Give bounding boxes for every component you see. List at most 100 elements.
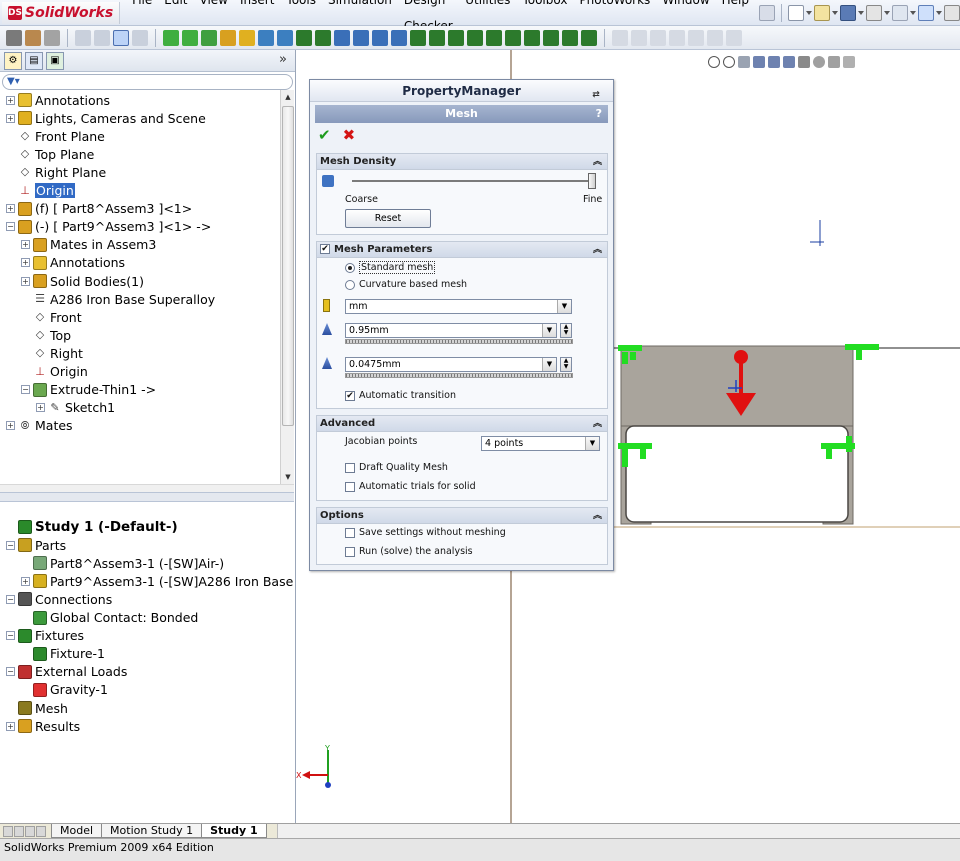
pin-icon[interactable]: ⇄ <box>585 84 607 100</box>
expand-icon[interactable]: + <box>36 403 45 413</box>
tree-node[interactable]: + Annotations <box>21 254 125 272</box>
dropdown-arrow-icon[interactable] <box>832 10 838 15</box>
view-front-icon[interactable] <box>631 29 647 46</box>
configuration-manager-tab-icon[interactable]: ▣ <box>46 51 64 70</box>
collapse-icon[interactable]: − <box>6 667 15 677</box>
zoom-area-icon[interactable] <box>723 56 735 68</box>
view-settings-icon[interactable] <box>843 56 855 68</box>
scroll-down-icon[interactable]: ▼ <box>282 470 294 484</box>
last-tab-icon[interactable] <box>36 825 46 837</box>
line-tool-icon[interactable] <box>94 29 110 46</box>
property-manager-tab-icon[interactable]: ▤ <box>25 51 43 70</box>
collapse-icon[interactable]: − <box>6 631 15 641</box>
view-link-icon[interactable] <box>726 29 742 46</box>
expand-icon[interactable]: + <box>6 95 15 105</box>
select-tool-icon[interactable] <box>113 29 129 46</box>
options-icon[interactable] <box>944 4 960 21</box>
feature-tree-scrollbar[interactable]: ▲ ▼ <box>280 90 294 484</box>
tab-motion-study-1[interactable]: Motion Study 1 <box>101 824 203 838</box>
mesh-parameters-header[interactable]: ✔ Mesh Parameters ︽ <box>317 242 607 258</box>
help-icon[interactable]: ? <box>596 105 602 123</box>
tree-node[interactable]: + Results <box>6 717 80 735</box>
collapse-icon[interactable]: − <box>6 540 15 550</box>
viewport-hscroll[interactable] <box>276 824 960 838</box>
section-view-icon[interactable] <box>753 56 765 68</box>
tree-node[interactable]: ☰ A286 Iron Base Superalloy <box>21 290 215 308</box>
tree-node[interactable]: Part8^Assem3-1 (-[SW]Air-) <box>21 554 224 572</box>
tree-node[interactable]: + ✎ Sketch1 <box>36 399 115 417</box>
mesh-density-header[interactable]: Mesh Density ︽ <box>317 154 607 170</box>
check-tool-icon[interactable] <box>562 29 578 46</box>
options-header[interactable]: Options ︽ <box>317 508 607 524</box>
tree-node[interactable]: − Connections <box>6 590 112 608</box>
expand-icon[interactable]: + <box>6 421 15 431</box>
standard-mesh-radio[interactable] <box>345 262 355 273</box>
design-tool-icon[interactable] <box>524 29 540 46</box>
select-filter-icon[interactable] <box>132 29 148 46</box>
tolerance-spinner[interactable]: ▲ ▼ <box>560 357 572 372</box>
contact-tool-icon[interactable] <box>220 29 236 46</box>
tree-node[interactable]: Gravity-1 <box>21 681 108 699</box>
reset-button[interactable]: Reset <box>345 209 431 228</box>
global-size-ruler[interactable] <box>345 339 573 344</box>
shell-tool-icon[interactable] <box>334 29 350 46</box>
load-tool-icon[interactable] <box>258 29 274 46</box>
section-tool-icon[interactable] <box>429 29 445 46</box>
chevron-down-icon[interactable]: ▼ <box>585 437 599 450</box>
expand-icon[interactable]: + <box>21 276 30 286</box>
tree-node[interactable]: + (f) [ Part8^Assem3 ]<1> <box>6 200 192 218</box>
tolerance-ruler[interactable] <box>345 373 573 378</box>
solidworks-logo[interactable]: DS SolidWorks <box>2 1 121 24</box>
collapse-icon[interactable]: − <box>6 594 15 604</box>
jacobian-select[interactable]: 4 points ▼ <box>481 436 600 451</box>
fixture-tool-icon[interactable] <box>163 29 179 46</box>
global-size-spinner[interactable]: ▲ ▼ <box>560 323 572 338</box>
rebuild-icon[interactable] <box>759 4 775 21</box>
tree-node[interactable]: ⊥ Origin <box>6 182 75 200</box>
draft-quality-option[interactable]: Draft Quality Mesh <box>345 462 448 473</box>
export-tool-icon[interactable] <box>581 29 597 46</box>
chevron-down-icon[interactable]: ▼ <box>542 358 556 371</box>
connector-tool-icon[interactable] <box>372 29 388 46</box>
compare-tool-icon[interactable] <box>486 29 502 46</box>
print-icon[interactable] <box>866 4 882 21</box>
scroll-up-icon[interactable]: ▲ <box>282 90 294 104</box>
collapse-icon[interactable]: ︽ <box>593 416 602 432</box>
plot-tool-icon[interactable] <box>391 29 407 46</box>
sensor-tool-icon[interactable] <box>543 29 559 46</box>
collapse-icon[interactable]: ︽ <box>593 242 602 258</box>
collapse-icon[interactable]: ︽ <box>593 154 602 170</box>
torque-tool-icon[interactable] <box>296 29 312 46</box>
expand-icon[interactable]: + <box>6 204 15 214</box>
tab-model[interactable]: Model <box>51 824 103 838</box>
automatic-transition-option[interactable]: ✔ Automatic transition <box>345 390 456 401</box>
tree-node[interactable]: Mesh <box>6 699 68 717</box>
smart-dimension-icon[interactable] <box>75 29 91 46</box>
tolerance-field[interactable]: 0.0475mm ▼ <box>345 357 557 372</box>
select-arrow-icon[interactable] <box>918 4 934 21</box>
tree-node[interactable]: + Part9^Assem3-1 (-[SW]A286 Iron Base S <box>21 572 294 590</box>
run-icon[interactable] <box>44 29 60 46</box>
expand-icon[interactable]: + <box>21 258 30 268</box>
previous-view-icon[interactable] <box>738 56 750 68</box>
tree-node[interactable]: + ⦾ Mates <box>6 417 73 435</box>
prev-tab-icon[interactable] <box>14 825 24 837</box>
tree-node[interactable]: ⊥ Origin <box>21 363 88 381</box>
tree-node[interactable]: Study 1 (-Default-) <box>6 518 178 536</box>
draft-quality-checkbox[interactable] <box>345 462 355 473</box>
camera-icon[interactable] <box>6 29 22 46</box>
tree-node[interactable]: ◇ Front Plane <box>6 127 105 145</box>
tree-node[interactable]: ◇ Top <box>21 326 71 344</box>
animate-tool-icon[interactable] <box>467 29 483 46</box>
save-icon[interactable] <box>840 4 856 21</box>
tree-node[interactable]: ◇ Right Plane <box>6 163 106 181</box>
collapse-icon[interactable]: ︽ <box>593 508 602 524</box>
view-right-icon[interactable] <box>669 29 685 46</box>
global-size-field[interactable]: 0.95mm ▼ <box>345 323 557 338</box>
tree-node[interactable]: ◇ Top Plane <box>6 145 95 163</box>
view-orientation-icon[interactable] <box>768 56 780 68</box>
zoom-fit-icon[interactable] <box>708 56 720 68</box>
automatic-trials-checkbox[interactable] <box>345 481 355 492</box>
save-settings-checkbox[interactable] <box>345 527 355 538</box>
tree-node[interactable]: + Mates in Assem3 <box>21 236 156 254</box>
